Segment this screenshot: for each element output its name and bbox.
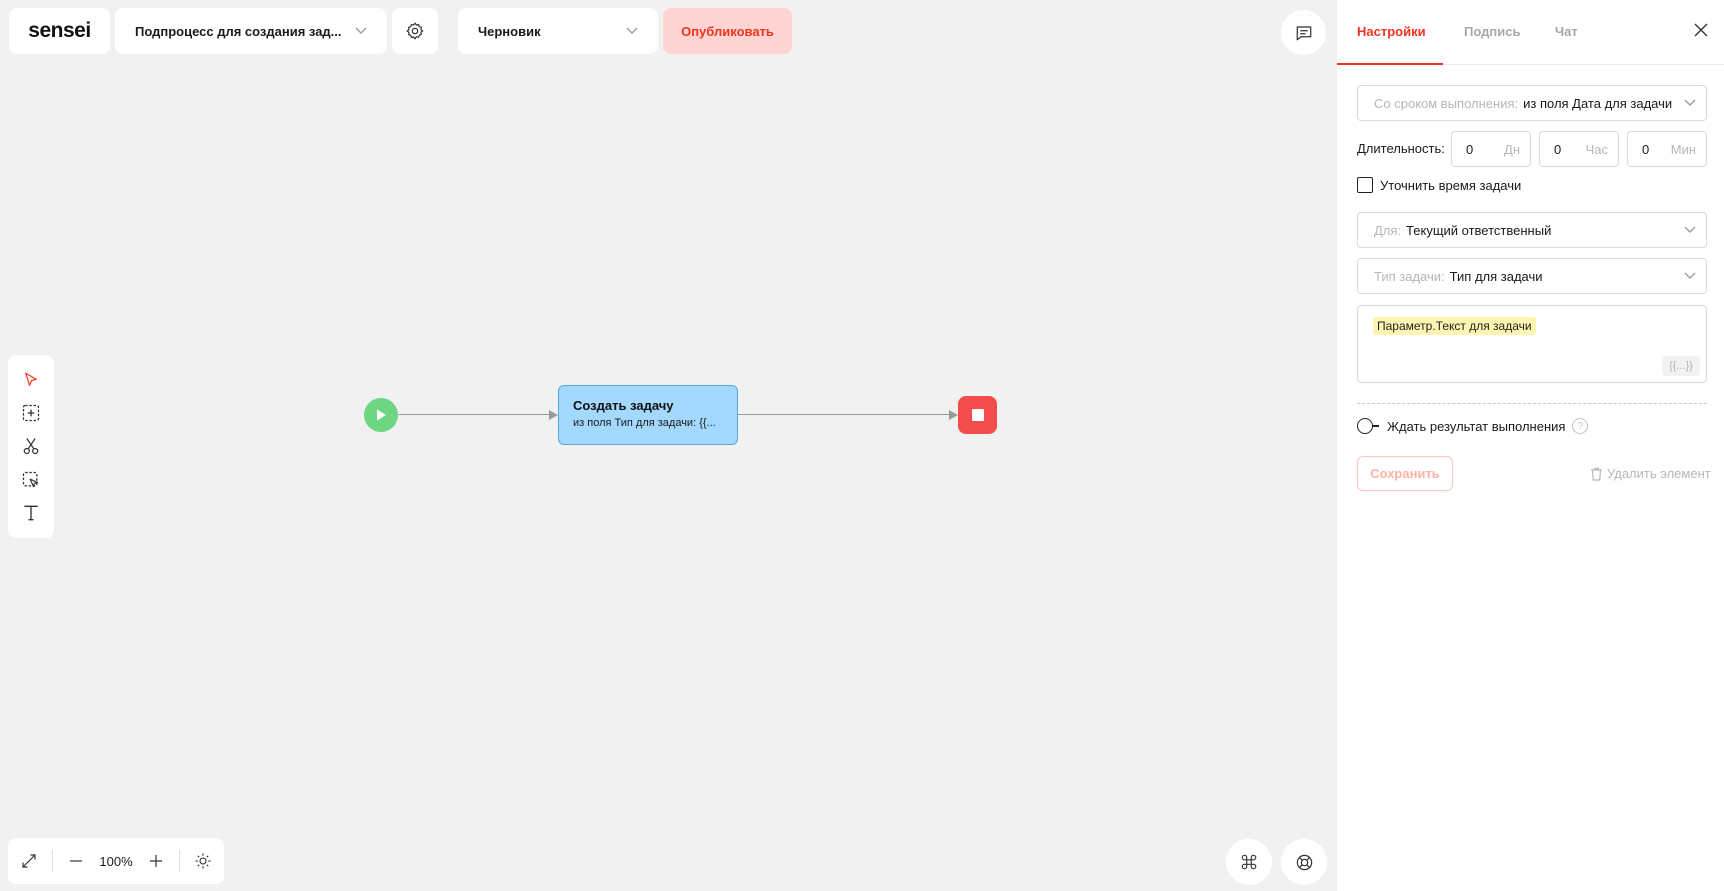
settings-icon	[406, 22, 424, 40]
refine-time-checkbox[interactable]	[1357, 177, 1373, 193]
task-type-value: Тип для задачи	[1449, 268, 1543, 284]
logo-text: sensei	[28, 19, 91, 42]
duration-minutes-unit: Мин	[1670, 141, 1696, 157]
delete-element-label: Удалить элемент	[1607, 466, 1711, 481]
comment-icon	[1296, 25, 1311, 40]
duration-hours-value: 0	[1554, 141, 1562, 157]
task-node-title: Создать задачу	[573, 398, 674, 413]
stop-icon	[971, 409, 984, 421]
delete-element-button[interactable]: Удалить элемент	[1590, 466, 1711, 481]
zoom-in-icon[interactable]	[147, 852, 165, 870]
wait-result-label: Ждать результат выполнения	[1387, 418, 1566, 434]
dashed-divider	[1357, 403, 1707, 404]
publish-button[interactable]: Опубликовать	[663, 8, 792, 54]
chevron-down-icon	[1684, 99, 1696, 106]
assignee-select[interactable]: Для: Текущий ответственный	[1357, 212, 1707, 248]
settings-panel: Настройки Подпись Чат Со сроком выполнен…	[1337, 0, 1724, 891]
sun-icon[interactable]	[194, 852, 212, 870]
create-task-node[interactable]: Создать задачу из поля Тип для задачи: {…	[558, 385, 738, 445]
variable-chip[interactable]: Параметр.Текст для задачи	[1373, 317, 1536, 335]
status-select[interactable]: Черновик	[458, 8, 658, 54]
scissors-icon	[23, 438, 39, 455]
text-tool[interactable]	[17, 499, 45, 527]
process-name: Подпроцесс для создания зад...	[135, 23, 342, 39]
end-node[interactable]	[958, 396, 997, 434]
command-icon	[1241, 854, 1257, 870]
close-icon[interactable]	[1693, 22, 1709, 38]
status-value: Черновик	[478, 23, 541, 39]
canvas-toolbar	[8, 355, 54, 538]
lifebuoy-icon	[1296, 854, 1312, 870]
refine-time-checkbox-row[interactable]: Уточнить время задачи	[1357, 177, 1521, 193]
select-area-icon	[22, 471, 39, 488]
select-area-tool[interactable]	[17, 466, 45, 494]
task-text-editor[interactable]: Параметр.Текст для задачи {{...}}	[1357, 305, 1707, 383]
edge-start-to-task[interactable]	[398, 414, 549, 415]
divider	[52, 850, 54, 872]
tab-signature[interactable]: Подпись	[1464, 24, 1520, 39]
shortcuts-button[interactable]	[1226, 839, 1272, 885]
pointer-tool[interactable]	[17, 366, 45, 394]
edge-end-arrow	[949, 410, 958, 420]
toggle-knob	[1357, 418, 1373, 434]
active-tab-indicator	[1337, 63, 1443, 65]
duration-hours-unit: Час	[1585, 141, 1608, 157]
tab-settings[interactable]: Настройки	[1357, 24, 1426, 39]
duration-days-input[interactable]: 0 Дн	[1451, 131, 1531, 167]
insert-variable-button[interactable]: {{...}}	[1662, 356, 1700, 376]
trash-icon	[1591, 467, 1602, 481]
zoom-bar: 100%	[8, 838, 224, 884]
chevron-down-icon	[1684, 226, 1696, 233]
add-frame-tool[interactable]	[17, 399, 45, 427]
logo[interactable]: sensei	[9, 8, 110, 54]
text-icon	[24, 505, 38, 521]
play-icon	[377, 409, 386, 421]
panel-tabs: Настройки Подпись Чат	[1337, 0, 1724, 65]
duration-hours-input[interactable]: 0 Час	[1539, 131, 1619, 167]
task-type-select[interactable]: Тип задачи: Тип для задачи	[1357, 258, 1707, 294]
wait-result-row: Ждать результат выполнения ?	[1357, 418, 1589, 434]
wait-result-toggle[interactable]	[1357, 418, 1379, 434]
divider	[178, 850, 180, 872]
task-type-label: Тип задачи:	[1374, 268, 1445, 284]
edge-task-to-end[interactable]	[738, 414, 949, 415]
duration-minutes-input[interactable]: 0 Мин	[1627, 131, 1707, 167]
process-select[interactable]: Подпроцесс для создания зад...	[115, 8, 387, 54]
due-date-label: Со сроком выполнения:	[1374, 95, 1519, 111]
chevron-down-icon	[626, 27, 638, 34]
process-settings-button[interactable]	[392, 8, 438, 54]
task-node-subtitle: из поля Тип для задачи: {{...	[573, 417, 716, 429]
zoom-out-icon[interactable]	[67, 852, 85, 870]
assignee-value: Текущий ответственный	[1406, 222, 1552, 238]
due-date-value: из поля Дата для задачи	[1523, 95, 1673, 111]
add-frame-icon	[22, 404, 40, 422]
duration-days-value: 0	[1466, 141, 1474, 157]
duration-minutes-value: 0	[1642, 141, 1650, 157]
zoom-level: 100%	[99, 853, 133, 869]
chevron-down-icon	[1684, 272, 1696, 279]
edge-start-arrow	[549, 410, 558, 420]
save-button[interactable]: Сохранить	[1357, 456, 1453, 491]
help-icon[interactable]: ?	[1572, 418, 1589, 434]
tab-chat[interactable]: Чат	[1555, 24, 1578, 39]
due-date-select[interactable]: Со сроком выполнения: из поля Дата для з…	[1357, 85, 1707, 121]
help-button[interactable]	[1281, 839, 1327, 885]
assignee-label: Для:	[1374, 222, 1402, 238]
refine-time-label: Уточнить время задачи	[1380, 177, 1522, 193]
duration-label: Длительность:	[1357, 141, 1445, 156]
duration-days-unit: Дн	[1504, 141, 1520, 157]
comments-button[interactable]	[1281, 10, 1326, 55]
toggle-track	[1372, 425, 1379, 427]
pointer-icon	[25, 372, 37, 386]
cut-tool[interactable]	[17, 432, 45, 460]
chevron-down-icon	[355, 27, 367, 34]
start-node[interactable]	[364, 398, 398, 432]
expand-icon[interactable]	[20, 852, 38, 870]
